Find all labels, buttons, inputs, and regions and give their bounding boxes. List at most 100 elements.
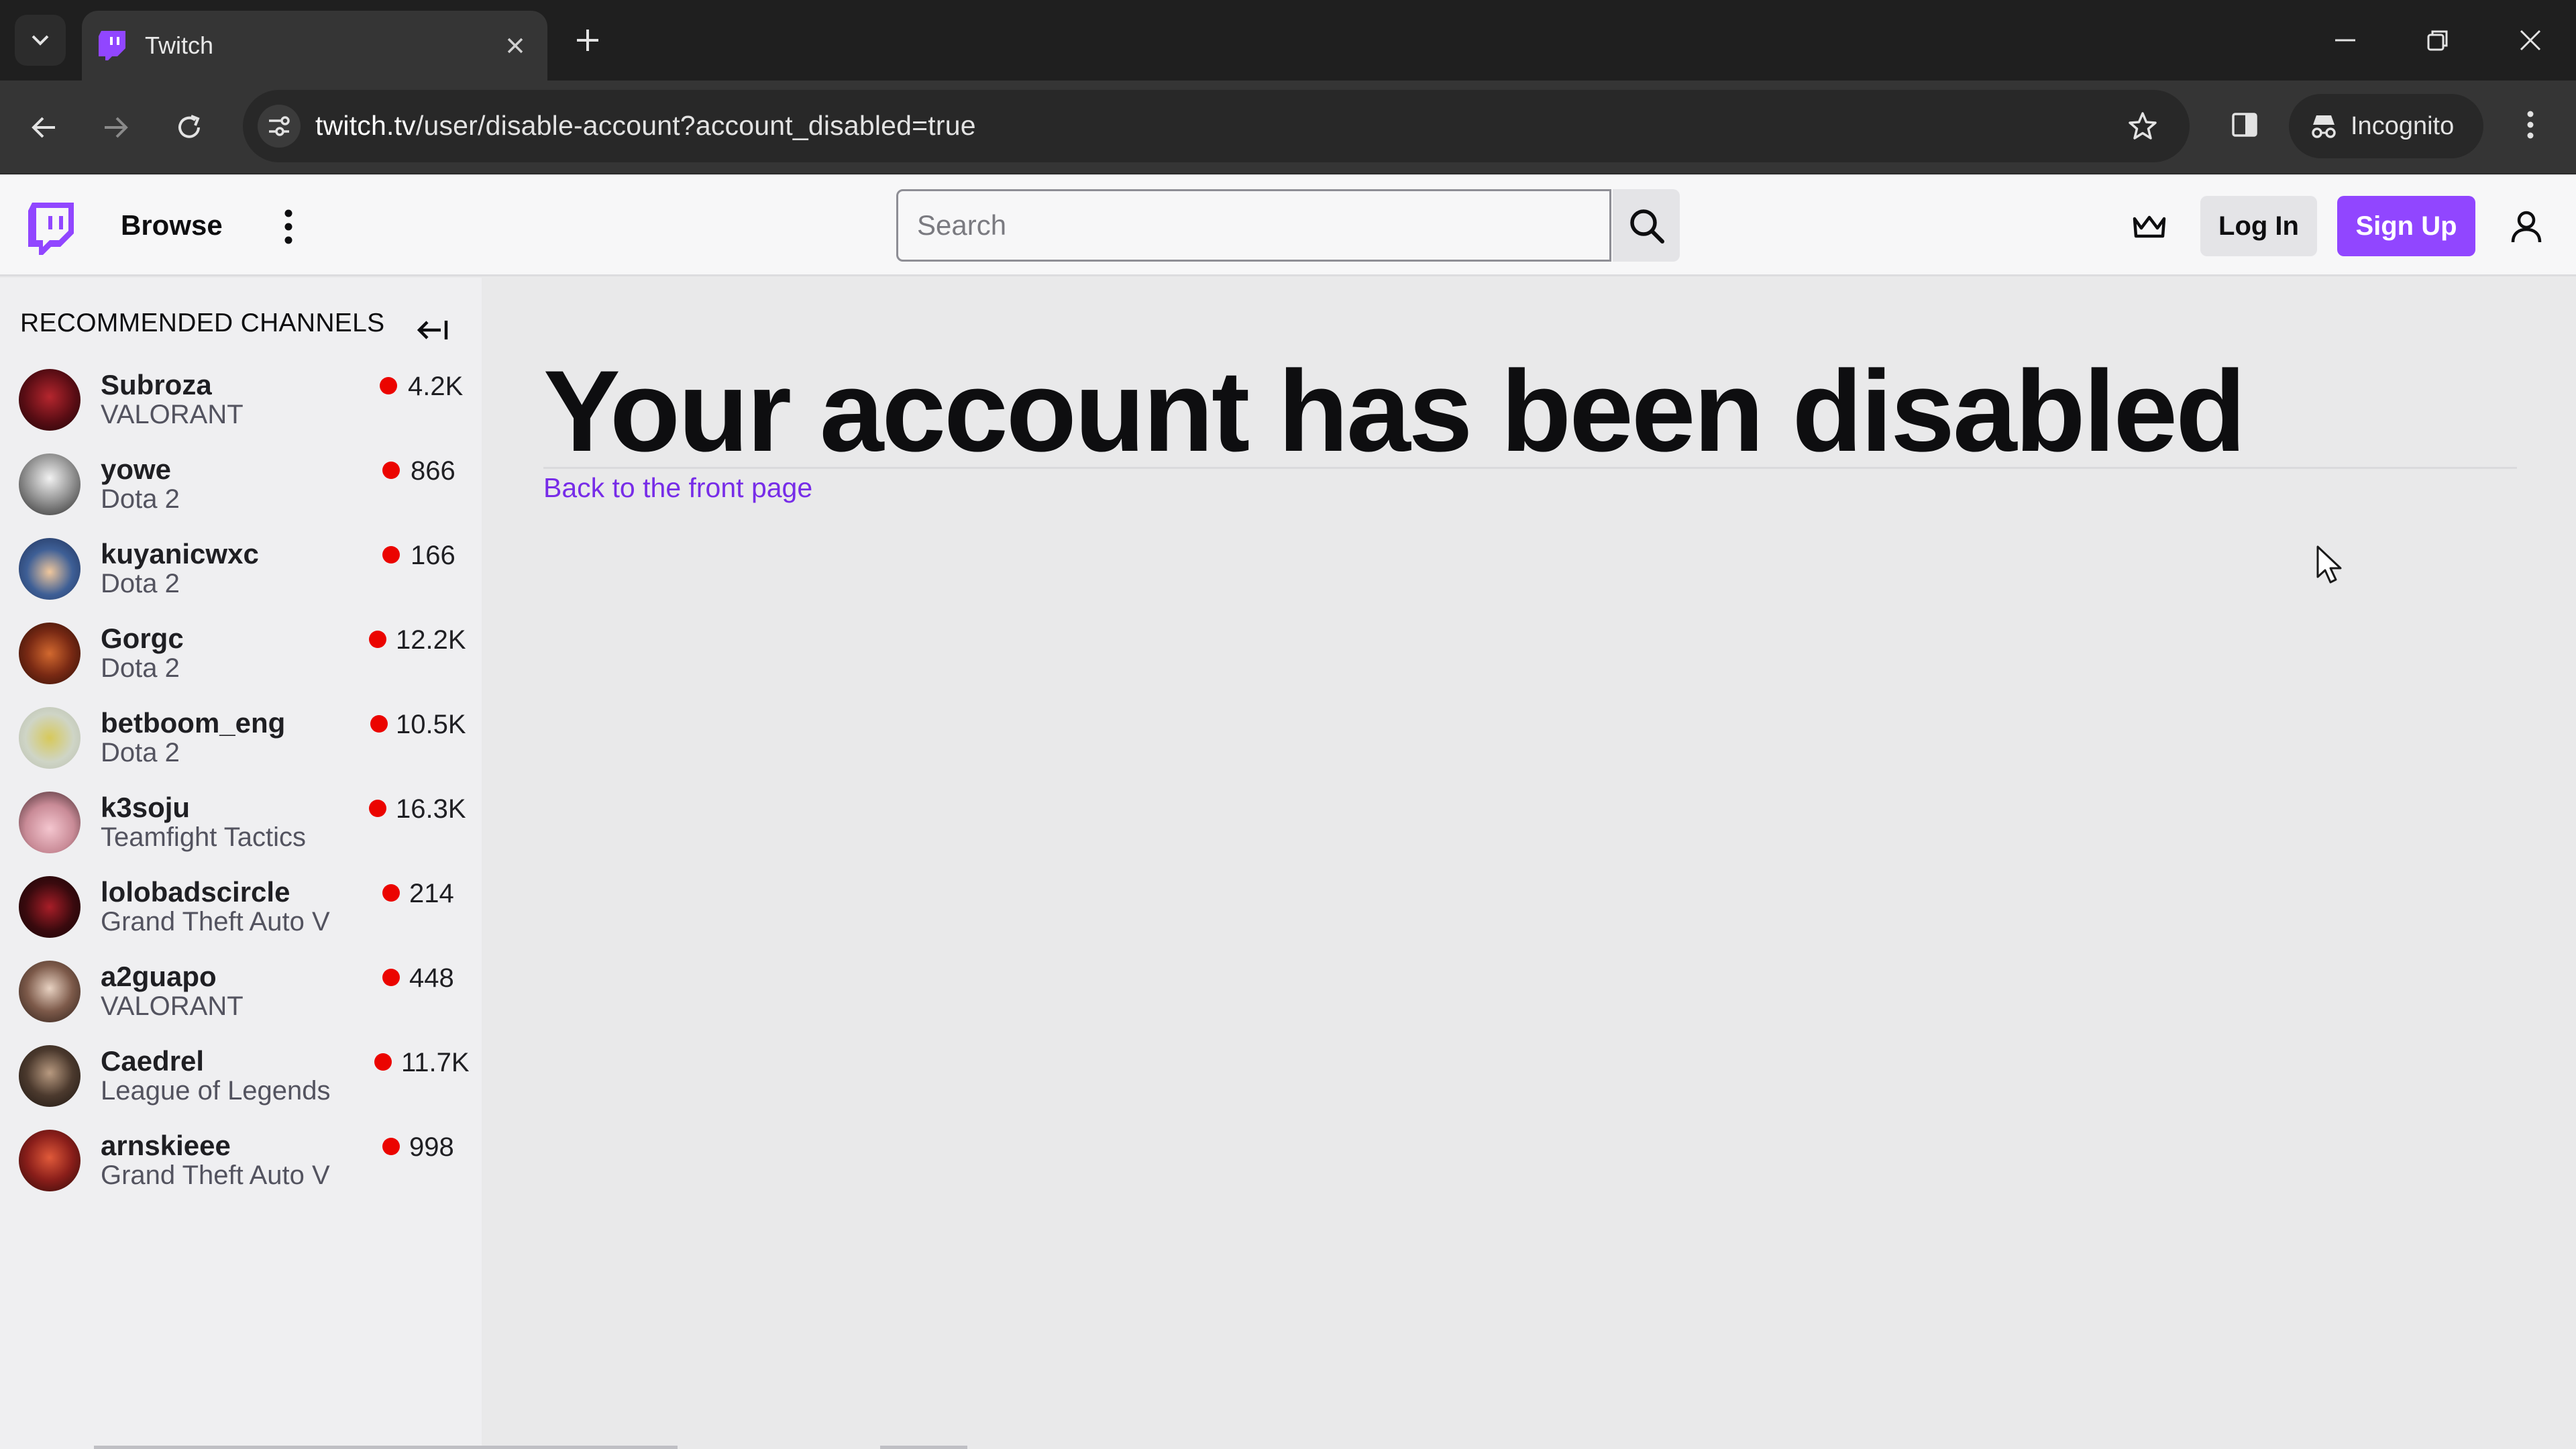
channel-name: Gorgc: [101, 623, 184, 654]
channel-game: League of Legends: [101, 1076, 331, 1106]
login-button[interactable]: Log In: [2200, 196, 2317, 256]
avatar: [19, 876, 80, 938]
viewer-count: 16.3K: [396, 794, 466, 824]
avatar: [19, 961, 80, 1022]
browser-tab[interactable]: Twitch: [82, 11, 547, 80]
incognito-icon: [2312, 115, 2336, 138]
viewer-count: 11.7K: [401, 1048, 470, 1077]
channel-name: lolobadscircle: [101, 876, 290, 908]
restore-icon[interactable]: [2418, 20, 2458, 60]
avatar: [19, 792, 80, 853]
signup-button[interactable]: Sign Up: [2337, 196, 2475, 256]
url-path: /user/disable-account?account_disabled=t…: [415, 110, 976, 141]
bookmark-star-icon[interactable]: [2124, 107, 2161, 145]
live-indicator-icon: [382, 462, 400, 479]
url-text: twitch.tv/user/disable-account?account_d…: [315, 110, 976, 142]
incognito-badge[interactable]: Incognito: [2289, 94, 2483, 158]
avatar: [19, 1045, 80, 1107]
forward-arrow-icon[interactable]: [94, 106, 137, 149]
avatar: [19, 1130, 80, 1191]
channel-item-a2guapo[interactable]: a2guapo VALORANT 448: [0, 949, 482, 1033]
viewer-count: 10.5K: [396, 710, 466, 739]
search-icon: [1630, 209, 1664, 244]
live-indicator-icon: [370, 715, 388, 733]
channel-item-arnskieee[interactable]: arnskieee Grand Theft Auto V 998: [0, 1118, 482, 1202]
twitch-favicon-icon: [97, 30, 127, 61]
avatar: [19, 453, 80, 515]
channel-item-caedrel[interactable]: Caedrel League of Legends 11.7K: [0, 1033, 482, 1118]
search-button[interactable]: [1613, 189, 1680, 262]
live-indicator-icon: [374, 1053, 392, 1071]
channel-name: a2guapo: [101, 961, 217, 992]
url-host: twitch.tv: [315, 110, 416, 141]
channel-game: VALORANT: [101, 400, 244, 429]
divider: [880, 1446, 967, 1449]
back-arrow-icon[interactable]: [23, 106, 66, 149]
channel-item-lolobadscircle[interactable]: lolobadscircle Grand Theft Auto V 214: [0, 864, 482, 949]
live-indicator-icon: [382, 1138, 400, 1155]
divider: [543, 467, 2517, 469]
incognito-label: Incognito: [2351, 111, 2455, 140]
channel-item-gorgc[interactable]: Gorgc Dota 2 12.2K: [0, 610, 482, 695]
tab-search-button[interactable]: [15, 15, 66, 66]
reload-icon[interactable]: [168, 106, 211, 149]
more-options-icon[interactable]: [271, 205, 306, 248]
recommended-channels-sidebar: RECOMMENDED CHANNELS Subroza VALORANT 4.…: [0, 278, 482, 1449]
side-panel-icon[interactable]: [2224, 105, 2265, 145]
viewer-count: 214: [409, 879, 454, 908]
new-tab-plus-icon[interactable]: [570, 23, 605, 58]
scrollbar-track[interactable]: [94, 1446, 678, 1449]
channel-game: Teamfight Tactics: [101, 822, 307, 852]
channel-name: kuyanicwxc: [101, 538, 259, 570]
channel-item-kuyanicwxc[interactable]: kuyanicwxc Dota 2 166: [0, 526, 482, 610]
channel-game: Dota 2: [101, 738, 180, 767]
avatar: [19, 538, 80, 600]
back-to-front-page-link[interactable]: Back to the front page: [543, 472, 812, 504]
prime-crown-icon[interactable]: [2128, 207, 2171, 247]
viewer-count: 448: [409, 963, 454, 993]
channel-item-subroza[interactable]: Subroza VALORANT 4.2K: [0, 357, 482, 441]
channel-name: betboom_eng: [101, 707, 286, 739]
live-indicator-icon: [382, 884, 400, 902]
viewer-count: 4.2K: [408, 372, 464, 401]
chevron-down-icon: [32, 35, 49, 46]
channel-item-betboom-eng[interactable]: betboom_eng Dota 2 10.5K: [0, 695, 482, 780]
live-indicator-icon: [382, 546, 400, 564]
live-indicator-icon: [380, 377, 397, 394]
channel-item-k3soju[interactable]: k3soju Teamfight Tactics 16.3K: [0, 780, 482, 864]
live-indicator-icon: [369, 800, 386, 817]
user-menu-icon[interactable]: [2505, 204, 2548, 250]
channel-game: Dota 2: [101, 569, 180, 598]
channel-game: Grand Theft Auto V: [101, 1161, 330, 1190]
browser-tab-bar: Twitch: [0, 0, 2576, 80]
address-bar[interactable]: twitch.tv/user/disable-account?account_d…: [243, 90, 2190, 162]
mouse-pointer-icon: [2316, 545, 2345, 585]
browser-toolbar: twitch.tv/user/disable-account?account_d…: [0, 80, 2576, 174]
channel-name: yowe: [101, 453, 172, 485]
main-content: Your account has been disabled Back to t…: [482, 278, 2576, 1449]
search-input[interactable]: [896, 189, 1611, 262]
channel-name: k3soju: [101, 792, 191, 823]
avatar: [19, 707, 80, 769]
viewer-count: 166: [411, 541, 455, 570]
channel-game: VALORANT: [101, 991, 244, 1021]
channel-game: Grand Theft Auto V: [101, 907, 330, 936]
page-title: Your account has been disabled: [543, 347, 2246, 476]
channel-item-yowe[interactable]: yowe Dota 2 866: [0, 441, 482, 526]
avatar: [19, 369, 80, 431]
minimize-icon[interactable]: [2325, 20, 2365, 60]
close-window-icon[interactable]: [2510, 20, 2551, 60]
live-indicator-icon: [382, 969, 400, 986]
channel-name: Subroza: [101, 369, 212, 400]
twitch-logo-icon[interactable]: [25, 201, 76, 256]
channel-name: arnskieee: [101, 1130, 231, 1161]
viewer-count: 998: [409, 1132, 454, 1162]
site-info-icon[interactable]: [258, 105, 301, 148]
live-indicator-icon: [369, 631, 386, 648]
collapse-sidebar-icon[interactable]: [413, 310, 453, 350]
browser-menu-icon[interactable]: [2510, 105, 2551, 145]
browse-link[interactable]: Browse: [121, 209, 223, 241]
sidebar-title: RECOMMENDED CHANNELS: [20, 309, 385, 337]
viewer-count: 866: [411, 456, 455, 486]
close-tab-icon[interactable]: [500, 31, 530, 60]
